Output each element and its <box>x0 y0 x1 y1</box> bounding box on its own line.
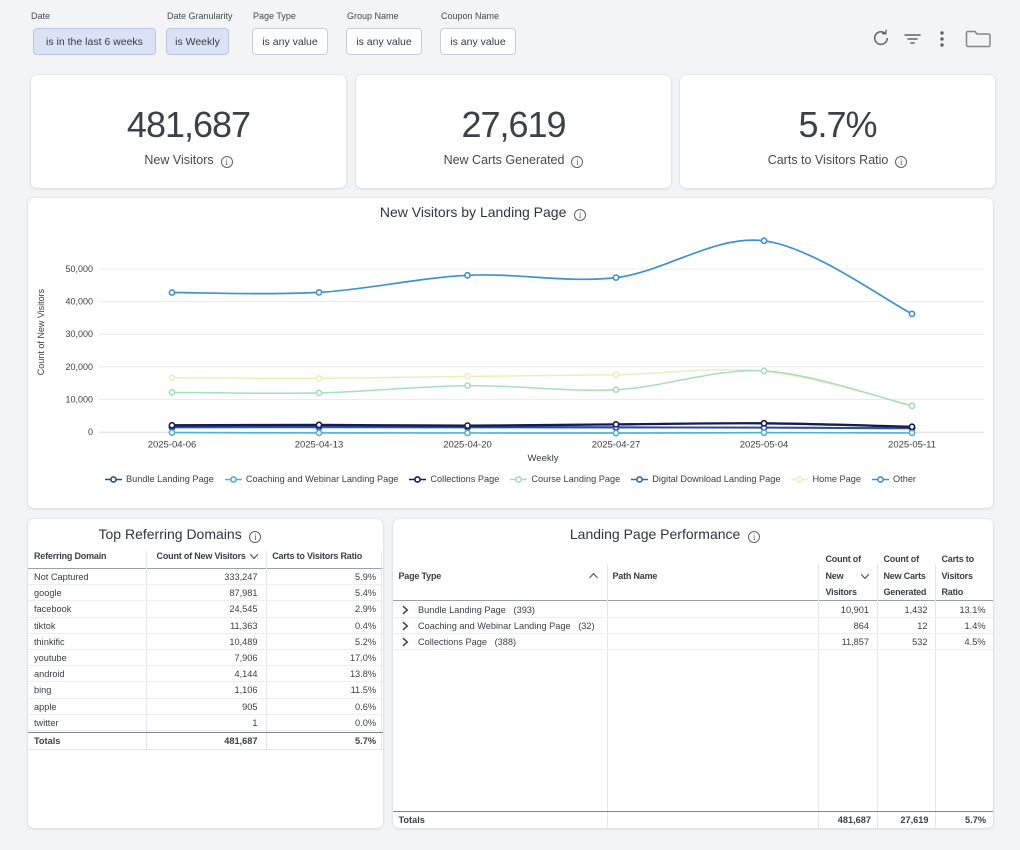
svg-text:30,000: 30,000 <box>65 329 93 339</box>
svg-text:0: 0 <box>88 427 93 437</box>
svg-text:2025-04-27: 2025-04-27 <box>592 440 641 451</box>
svg-text:2025-05-04: 2025-05-04 <box>740 440 789 451</box>
svg-text:Weekly: Weekly <box>528 453 559 464</box>
svg-text:10,000: 10,000 <box>65 395 93 405</box>
svg-text:2025-04-20: 2025-04-20 <box>443 440 492 451</box>
svg-text:50,000: 50,000 <box>65 264 93 274</box>
svg-text:2025-04-13: 2025-04-13 <box>295 440 344 451</box>
svg-text:20,000: 20,000 <box>65 362 93 372</box>
svg-text:Count of New Visitors: Count of New Visitors <box>36 288 46 375</box>
svg-text:2025-04-06: 2025-04-06 <box>148 440 197 451</box>
svg-text:2025-05-11: 2025-05-11 <box>888 440 936 451</box>
svg-text:40,000: 40,000 <box>65 297 93 307</box>
